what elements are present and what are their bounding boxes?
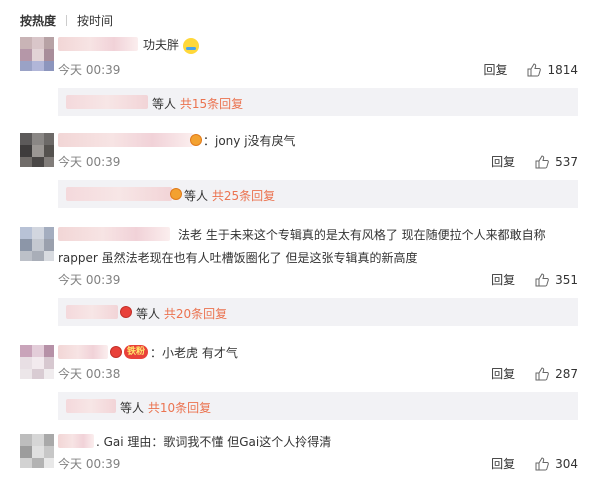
comment-actions: 回复 1814: [483, 61, 578, 78]
sub-reply-users-blurred: [66, 399, 116, 413]
fan-crown-icon: [110, 346, 122, 358]
comment-actions: 回复 287: [491, 365, 578, 382]
sub-reply-text: 等人 共15条回复: [152, 95, 243, 112]
comment-item: 铁粉 ：小老虎 有才气 今天 00:38 回复 287 等人 共10条回复: [0, 340, 596, 432]
comment-text-line2: rapper 虽然法老现在也有人吐槽饭圈化了 但是这张专辑真的新高度: [58, 251, 418, 265]
sub-reply-text: 等人 共25条回复: [184, 187, 275, 204]
sub-reply-users-blurred: [66, 187, 172, 201]
sub-reply-users-blurred: [66, 305, 118, 319]
comment-time: 今天 00:39: [58, 63, 121, 77]
reply-button[interactable]: 回复: [491, 153, 515, 170]
view-replies-link[interactable]: 共10条回复: [148, 401, 211, 415]
avatar[interactable]: [20, 434, 54, 468]
avatar[interactable]: [20, 345, 54, 379]
comment-text: ：jony j没有戾气: [203, 134, 296, 148]
fat-emoji-icon: [182, 37, 199, 54]
comment-item: ：jony j没有戾气 今天 00:39 回复 537 等人 共25条回复: [0, 128, 596, 218]
like-count: 537: [555, 154, 578, 169]
username-blurred[interactable]: [58, 133, 193, 147]
comment-actions: 回复 351: [491, 271, 578, 288]
avatar[interactable]: [20, 133, 54, 167]
view-replies-link[interactable]: 共15条回复: [180, 97, 243, 111]
comment-text: ：小老虎 有才气: [150, 346, 238, 360]
thumbs-up-icon[interactable]: [535, 154, 549, 169]
sort-tabs: 按热度 按时间: [20, 10, 113, 30]
like-count: 351: [555, 272, 578, 287]
sub-reply-suffix: 等人: [152, 97, 177, 111]
thumbs-up-icon[interactable]: [535, 272, 549, 287]
verified-badge-icon: [170, 188, 182, 200]
comment-text: 功夫胖: [143, 36, 199, 54]
sub-replies-summary[interactable]: 等人 共10条回复: [58, 392, 578, 420]
tab-sort-by-time[interactable]: 按时间: [77, 12, 113, 29]
comment-text: . Gai 理由：歌词我不懂 但Gai这个人拎得清: [96, 435, 332, 449]
thumbs-up-icon[interactable]: [535, 456, 549, 471]
comment-time: 今天 00:38: [58, 367, 121, 381]
reply-button[interactable]: 回复: [491, 455, 515, 472]
sub-reply-text: 等人 共20条回复: [136, 305, 227, 322]
thumbs-up-icon[interactable]: [527, 62, 542, 77]
avatar[interactable]: [20, 37, 54, 71]
tab-sort-by-hot[interactable]: 按热度: [20, 12, 56, 29]
username-blurred[interactable]: [58, 37, 138, 51]
verified-badge-icon: [190, 134, 202, 146]
comment-item: . Gai 理由：歌词我不懂 但Gai这个人拎得清 今天 00:39 回复 30…: [0, 430, 596, 482]
comment-text-line1: 法老 生于未来这个专辑真的是太有风格了 现在随便拉个人来都敢自称: [178, 228, 546, 242]
fan-crown-icon: [120, 306, 132, 318]
reply-button[interactable]: 回复: [491, 365, 515, 382]
username-blurred[interactable]: [58, 434, 94, 448]
comment-actions: 回复 537: [491, 153, 578, 170]
username-blurred[interactable]: [58, 227, 170, 241]
like-count: 287: [555, 366, 578, 381]
avatar[interactable]: [20, 227, 54, 261]
sub-replies-summary[interactable]: 等人 共15条回复: [58, 88, 578, 116]
fan-level-badge: 铁粉: [124, 345, 149, 359]
sub-reply-text: 等人 共10条回复: [120, 399, 211, 416]
comment-time: 今天 00:39: [58, 273, 121, 287]
username-blurred[interactable]: [58, 345, 108, 359]
comment-item: 功夫胖 今天 00:39 回复 1814 等人 共15条回复: [0, 32, 596, 122]
view-replies-link[interactable]: 共25条回复: [212, 189, 275, 203]
thumbs-up-icon[interactable]: [535, 366, 549, 381]
sub-reply-users-blurred: [66, 95, 148, 109]
tab-divider: [66, 14, 68, 26]
comment-actions: 回复 304: [491, 455, 578, 472]
like-count: 304: [555, 456, 578, 471]
comment-text-body: 功夫胖: [143, 38, 180, 52]
view-replies-link[interactable]: 共20条回复: [164, 307, 227, 321]
sub-reply-suffix: 等人: [136, 307, 161, 321]
sub-reply-suffix: 等人: [120, 401, 145, 415]
like-count: 1814: [547, 62, 578, 77]
sub-replies-summary[interactable]: 等人 共25条回复: [58, 180, 578, 208]
sub-reply-suffix: 等人: [184, 189, 209, 203]
comment-item: 法老 生于未来这个专辑真的是太有风格了 现在随便拉个人来都敢自称 rapper …: [0, 222, 596, 334]
comment-time: 今天 00:39: [58, 457, 121, 471]
comment-time: 今天 00:39: [58, 155, 121, 169]
reply-button[interactable]: 回复: [483, 61, 507, 78]
reply-button[interactable]: 回复: [491, 271, 515, 288]
sub-replies-summary[interactable]: 等人 共20条回复: [58, 298, 578, 326]
